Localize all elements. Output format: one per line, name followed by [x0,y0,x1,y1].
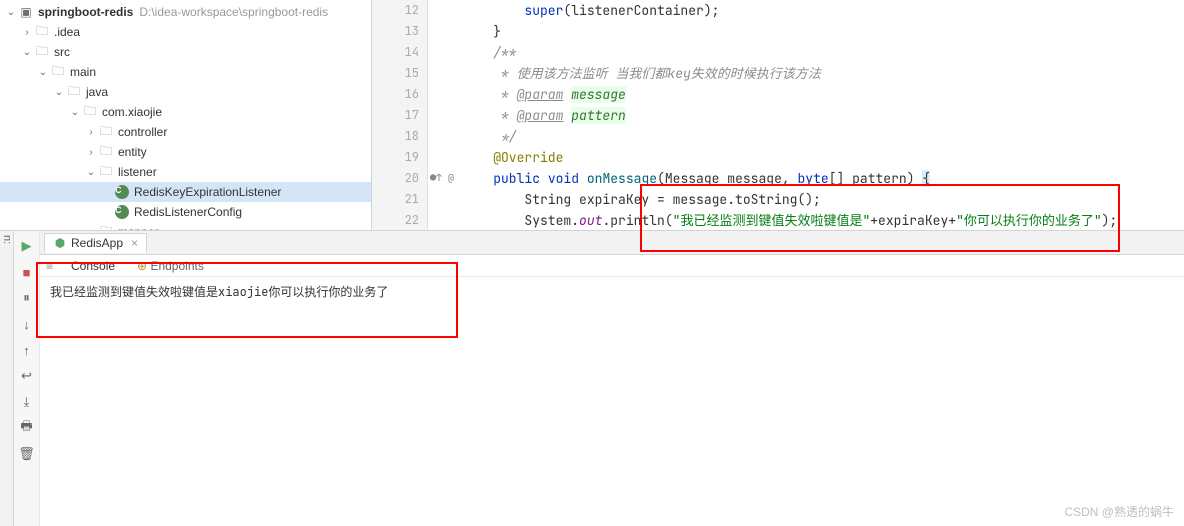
tree-path: D:\idea-workspace\springboot-redis [139,5,328,19]
chevron-icon [100,205,114,219]
code-line[interactable]: String expiraKey = message.toString(); [462,189,1184,210]
folder-icon: 🗀 [34,24,50,40]
chevron-icon[interactable]: ⌄ [84,165,98,179]
tree-row[interactable]: ›🗀mapper [0,222,371,230]
tab-console[interactable]: Console [67,257,119,275]
tree-label: controller [118,125,167,139]
code-line[interactable]: public void onMessage(Message message, b… [462,168,1184,189]
tree-row[interactable]: ⌄🗀 java [0,82,371,102]
tab-endpoints[interactable]: ⊕ Endpoints [133,257,208,275]
line-number: 20 [372,168,427,189]
print-icon[interactable]: 🖶 [18,419,36,437]
code-line[interactable]: super(listenerContainer); [462,0,1184,21]
tree-label: springboot-redis [38,5,133,19]
tree-row[interactable]: ⌄🗀 listener [0,162,371,182]
code-line[interactable]: * 使用该方法监听 当我们都key失效的时候执行该方法 [462,63,1184,84]
soft-wrap-icon[interactable]: ↩ [18,367,36,385]
package-icon: 🗀 [82,104,98,120]
tree-row[interactable]: ›🗀 entity [0,142,371,162]
folder-icon: 🗀 [50,64,66,80]
tree-row[interactable]: ›🗀 controller [0,122,371,142]
folder-icon: 🗀 [66,84,82,100]
package-icon: 🗀 [98,124,114,140]
tree-label: java [86,85,108,99]
pause-icon[interactable]: ⏸ [18,289,36,307]
package-icon: 🗀 [98,144,114,160]
run-tabs: ⬢ RedisApp × [40,231,1184,255]
down-icon[interactable]: ↓ [18,315,36,333]
rerun-icon[interactable]: ▶ [18,237,36,255]
tree-row[interactable]: ⌄▣ springboot-redis D:\idea-workspace\spri… [0,2,371,22]
tree-row[interactable]: C RedisListenerConfig [0,202,371,222]
code-editor[interactable]: 1213141516171819202122 ●↑ @ super(listen… [372,0,1184,230]
chevron-icon[interactable]: › [84,145,98,159]
code-line[interactable]: */ [462,126,1184,147]
run-panel: n: ▶ ■ ⏸ ↓ ↑ ↩ ⤓ 🖶 🗑 ⬢ RedisApp × ≡ Cons… [0,230,1184,526]
line-number: 18 [372,126,427,147]
package-icon: 🗀 [98,164,114,180]
chevron-icon[interactable]: › [84,125,98,139]
tree-label: com.xiaojie [102,105,162,119]
toggle-icon[interactable]: ≡ [46,259,53,273]
override-marker[interactable]: ●↑ @ [430,171,454,184]
chevron-icon[interactable]: ⌄ [68,105,82,119]
run-tab-label: RedisApp [71,236,123,250]
run-toolbar: ▶ ■ ⏸ ↓ ↑ ↩ ⤓ 🖶 🗑 [14,231,40,526]
tree-row[interactable]: ⌄🗀 src [0,42,371,62]
close-icon[interactable]: × [131,236,138,250]
tree-row[interactable]: ⌄🗀 main [0,62,371,82]
tree-label: listener [118,165,157,179]
spring-icon: ⬢ [53,236,67,250]
code-line[interactable]: * @param pattern [462,105,1184,126]
editor-gutter: 1213141516171819202122 [372,0,428,230]
console-output[interactable]: 我已经监测到键值失效啦键值是xiaojie你可以执行你的业务了 [40,277,1184,526]
code-line[interactable]: * @param message [462,84,1184,105]
chevron-icon[interactable]: ⌄ [20,45,34,59]
line-number: 22 [372,210,427,231]
code-line[interactable]: } [462,21,1184,42]
run-label: n: [0,231,14,526]
watermark: CSDN @熟透的蜗牛 [1064,503,1174,520]
run-tab-redisapp[interactable]: ⬢ RedisApp × [44,233,147,253]
tree-label: .idea [54,25,80,39]
up-icon[interactable]: ↑ [18,341,36,359]
code-line[interactable]: @Override [462,147,1184,168]
chevron-icon[interactable]: › [20,25,34,39]
tree-label: src [54,45,70,59]
module-icon: ▣ [18,4,34,20]
chevron-icon[interactable]: ⌄ [4,5,18,19]
class-icon: C [114,184,130,200]
code-line[interactable]: System.out.println("我已经监测到键值失效啦键值是"+expi… [462,210,1184,231]
tree-label: RedisKeyExpirationListener [134,185,281,199]
line-number: 14 [372,42,427,63]
line-number: 12 [372,0,427,21]
chevron-icon[interactable]: ⌄ [52,85,66,99]
line-number: 16 [372,84,427,105]
trash-icon[interactable]: 🗑 [18,445,36,463]
tree-row[interactable]: C RedisKeyExpirationListener [0,182,371,202]
gutter-icons: ●↑ @ [428,0,460,230]
line-number: 13 [372,21,427,42]
tree-label: RedisListenerConfig [134,205,242,219]
line-number: 19 [372,147,427,168]
line-number: 17 [372,105,427,126]
tree-label: main [70,65,96,79]
line-number: 21 [372,189,427,210]
stop-icon[interactable]: ■ [18,263,36,281]
scroll-icon[interactable]: ⤓ [18,393,36,411]
chevron-icon[interactable]: ⌄ [36,65,50,79]
chevron-icon [100,185,114,199]
project-tree[interactable]: ⌄▣springboot-redisD:\idea-workspace\spri… [0,0,372,230]
sub-tabs: ≡ Console ⊕ Endpoints [40,255,1184,277]
tree-row[interactable]: ⌄🗀 com.xiaojie [0,102,371,122]
folder-icon: 🗀 [34,44,50,60]
tree-row[interactable]: ›🗀 .idea [0,22,371,42]
line-number: 15 [372,63,427,84]
code-area[interactable]: super(listenerContainer); } /** * 使用该方法监… [462,0,1184,230]
endpoints-icon: ⊕ [137,259,147,273]
class-icon: C [114,204,130,220]
tree-label: entity [118,145,147,159]
code-line[interactable]: /** [462,42,1184,63]
